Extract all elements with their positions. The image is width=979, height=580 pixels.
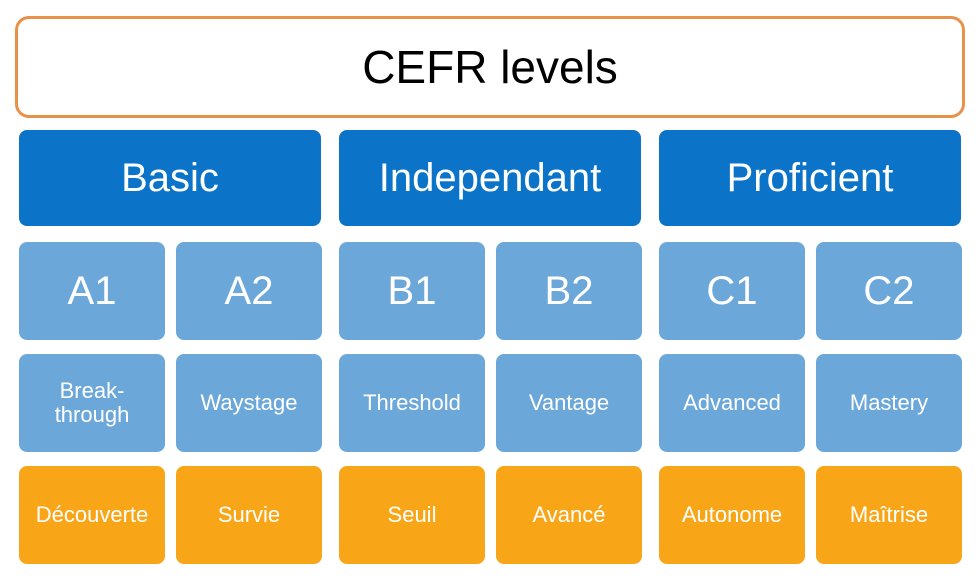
category-basic: Basic: [19, 130, 321, 226]
level-name-c1: Advanced: [659, 354, 805, 452]
french-name-c2: Maîtrise: [816, 466, 962, 564]
title-box: CEFR levels: [15, 16, 965, 118]
french-name-a1: Découverte: [19, 466, 165, 564]
level-a1: A1: [19, 242, 165, 340]
level-b1: B1: [339, 242, 485, 340]
level-c1: C1: [659, 242, 805, 340]
french-name-a2: Survie: [176, 466, 322, 564]
french-name-b1: Seuil: [339, 466, 485, 564]
level-name-c2: Mastery: [816, 354, 962, 452]
level-c2: C2: [816, 242, 962, 340]
category-independant: Independant: [339, 130, 641, 226]
french-name-c1: Autonome: [659, 466, 805, 564]
level-name-b2: Vantage: [496, 354, 642, 452]
level-name-a2: Waystage: [176, 354, 322, 452]
level-a2: A2: [176, 242, 322, 340]
french-name-b2: Avancé: [496, 466, 642, 564]
category-proficient: Proficient: [659, 130, 961, 226]
level-name-b1: Threshold: [339, 354, 485, 452]
page-title: CEFR levels: [362, 41, 618, 93]
level-name-a1: Break-through: [19, 354, 165, 452]
level-b2: B2: [496, 242, 642, 340]
